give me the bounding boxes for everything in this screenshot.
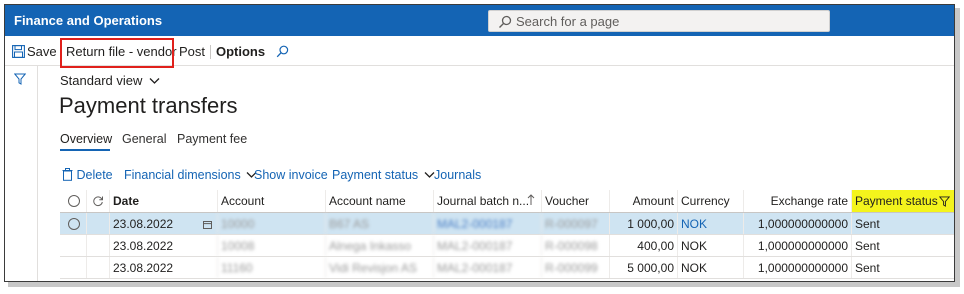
- action-pane: Save Return file - vendor Post Options: [5, 36, 954, 68]
- calendar-icon[interactable]: [203, 221, 212, 229]
- row-account[interactable]: 10008: [217, 235, 325, 256]
- row-date[interactable]: 23.08.2022: [109, 235, 217, 256]
- row-journal-batch[interactable]: MAL2-000187: [433, 257, 541, 278]
- row-exchange-rate: 1,000000000000: [743, 213, 851, 234]
- row-payment-status: Sent: [851, 213, 954, 234]
- col-currency[interactable]: Currency: [677, 190, 743, 212]
- row-voucher: R-000098: [541, 235, 609, 256]
- row-amount: 5 000,00: [609, 257, 677, 278]
- tab-payment-fee[interactable]: Payment fee: [177, 132, 247, 146]
- date-value: 23.08.2022: [113, 217, 174, 231]
- row-currency[interactable]: NOK: [677, 235, 743, 256]
- row-account-name: Alnega Inkasso: [325, 235, 433, 256]
- row-voucher: R-000097: [541, 213, 609, 234]
- financial-dimensions-label: Financial dimensions: [124, 168, 241, 182]
- table-row[interactable]: 23.08.2022 11160 Vidi Revisjon AS MAL2-0…: [60, 257, 954, 279]
- row-journal-batch[interactable]: MAL2-000187: [433, 235, 541, 256]
- chevron-down-icon: [424, 172, 435, 178]
- save-button[interactable]: Save: [27, 44, 57, 59]
- col-payment-status[interactable]: Payment status: [851, 190, 954, 212]
- select-all-radio[interactable]: [68, 195, 80, 207]
- row-amount: 400,00: [609, 235, 677, 256]
- row-date[interactable]: 23.08.2022: [109, 257, 217, 278]
- row-exchange-rate: 1,000000000000: [743, 257, 851, 278]
- col-exchange-rate[interactable]: Exchange rate: [743, 190, 851, 212]
- row-exchange-rate: 1,000000000000: [743, 235, 851, 256]
- options-tab[interactable]: Options: [216, 44, 265, 59]
- window-shadow-bottom: [8, 282, 960, 287]
- active-tab-indicator: [60, 149, 110, 151]
- window-shadow-right: [955, 8, 960, 286]
- row-currency[interactable]: NOK: [677, 257, 743, 278]
- delete-button[interactable]: Delete: [62, 168, 113, 182]
- payment-status-menu[interactable]: Payment status: [332, 168, 435, 182]
- app-title[interactable]: Finance and Operations: [14, 13, 162, 28]
- payment-status-label: Payment status: [332, 168, 419, 182]
- row-account-name: B67 AS: [325, 213, 433, 234]
- payment-status-header-label: Payment status: [855, 194, 938, 208]
- search-input[interactable]: Search for a page: [488, 10, 830, 32]
- row-amount: 1 000,00: [609, 213, 677, 234]
- row-marker-cell: [86, 257, 109, 278]
- col-voucher[interactable]: Voucher: [541, 190, 609, 212]
- financial-dimensions-menu[interactable]: Financial dimensions: [124, 168, 257, 182]
- table-row[interactable]: 23.08.2022 10000 B67 AS MAL2-000187 R-00…: [60, 213, 954, 235]
- filter-pane: [5, 66, 38, 281]
- row-marker-cell: [86, 235, 109, 256]
- view-label: Standard view: [60, 73, 143, 88]
- row-account[interactable]: 10000: [217, 213, 325, 234]
- search-placeholder: Search for a page: [516, 14, 620, 29]
- col-account[interactable]: Account: [217, 190, 325, 212]
- select-all-cell[interactable]: [60, 190, 86, 212]
- action-search-icon[interactable]: [276, 45, 289, 58]
- col-journal-batch[interactable]: Journal batch n...: [433, 190, 541, 212]
- sort-ascending-icon: [527, 194, 535, 205]
- row-select-cell[interactable]: [60, 213, 86, 234]
- col-account-name[interactable]: Account name: [325, 190, 433, 212]
- search-icon: [499, 15, 512, 28]
- row-radio[interactable]: [68, 218, 80, 230]
- tab-general[interactable]: General: [122, 132, 166, 146]
- app-window: Finance and Operations Search for a page…: [4, 4, 955, 282]
- row-select-cell[interactable]: [60, 257, 86, 278]
- refresh-cell[interactable]: [86, 190, 109, 212]
- highlight-annotation-box: [60, 38, 174, 68]
- page-title: Payment transfers: [59, 93, 238, 118]
- post-button[interactable]: Post: [179, 44, 205, 59]
- col-amount[interactable]: Amount: [609, 190, 677, 212]
- refresh-icon: [93, 196, 103, 207]
- col-date[interactable]: Date: [109, 190, 217, 212]
- row-journal-batch[interactable]: MAL2-000187: [433, 213, 541, 234]
- view-selector[interactable]: Standard view: [60, 73, 160, 88]
- chevron-down-icon: [146, 73, 160, 88]
- grid-header-row: Date Account Account name Journal batch …: [60, 190, 954, 213]
- row-payment-status: Sent: [851, 235, 954, 256]
- column-filter-icon[interactable]: [939, 196, 950, 207]
- journals-button[interactable]: Journals: [434, 168, 481, 182]
- tab-overview[interactable]: Overview: [60, 132, 112, 146]
- divider: [210, 45, 211, 59]
- top-navigation-bar: Finance and Operations Search for a page: [5, 5, 954, 36]
- show-invoice-button[interactable]: Show invoice: [254, 168, 328, 182]
- row-voucher: R-000099: [541, 257, 609, 278]
- row-account[interactable]: 11160: [217, 257, 325, 278]
- delete-label: Delete: [76, 168, 113, 182]
- row-payment-status: Sent: [851, 257, 954, 278]
- row-date[interactable]: 23.08.2022: [109, 213, 217, 234]
- save-icon: [12, 45, 25, 58]
- row-account-name: Vidi Revisjon AS: [325, 257, 433, 278]
- table-row[interactable]: 23.08.2022 10008 Alnega Inkasso MAL2-000…: [60, 235, 954, 257]
- row-select-cell[interactable]: [60, 235, 86, 256]
- trash-icon: [62, 168, 73, 181]
- filter-icon[interactable]: [14, 73, 26, 85]
- row-currency[interactable]: NOK: [677, 213, 743, 234]
- journal-batch-label: Journal batch n...: [437, 194, 530, 208]
- row-marker-cell: [86, 213, 109, 234]
